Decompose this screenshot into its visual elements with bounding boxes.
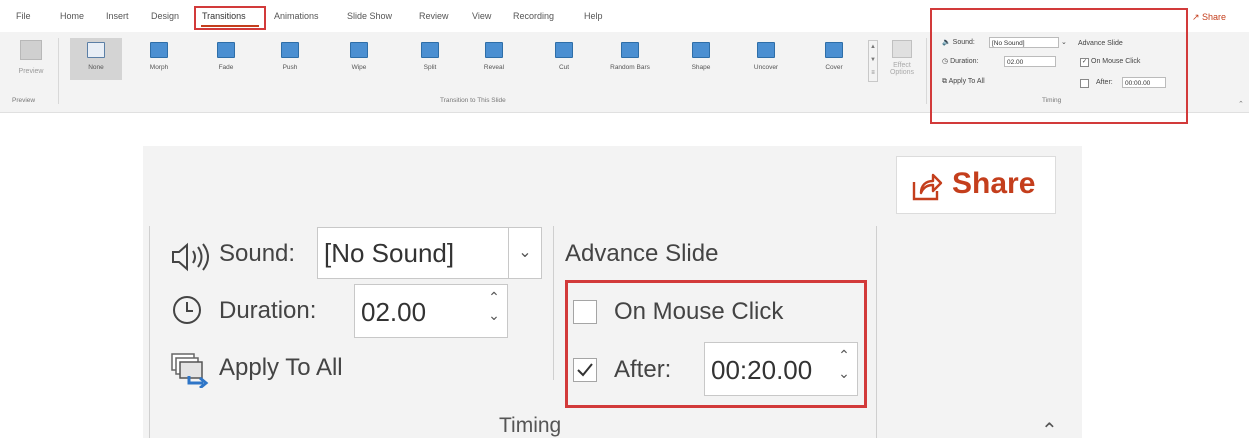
sound-select[interactable]: [No Sound] ⌄ xyxy=(317,227,542,279)
tab-insert[interactable]: Insert xyxy=(106,11,129,21)
transition-reveal[interactable]: Reveal xyxy=(468,38,520,80)
transition-group-label: Transition to This Slide xyxy=(440,97,506,104)
transition-uncover[interactable]: Uncover xyxy=(740,38,792,80)
duration-value: 02.00 xyxy=(361,297,427,327)
tab-view[interactable]: View xyxy=(472,11,491,21)
push-transition-icon xyxy=(281,42,299,58)
transition-wipe[interactable]: Wipe xyxy=(333,38,385,80)
highlight-box xyxy=(565,280,867,408)
preview-label: Preview xyxy=(18,68,44,75)
preview-button[interactable]: Preview xyxy=(14,40,48,75)
transition-split[interactable]: Split xyxy=(404,38,456,80)
timing-zoom-panel: Share Sound: [No Sound] ⌄ Duration: 02.0… xyxy=(143,146,1082,438)
active-tab-underline xyxy=(201,25,259,27)
tab-file[interactable]: File xyxy=(16,11,31,21)
share-icon xyxy=(912,173,943,201)
duration-field[interactable]: 02.00 ⌃ ⌄ xyxy=(354,284,508,338)
transition-label: Shape xyxy=(691,64,711,71)
transition-label: None xyxy=(88,64,104,71)
reveal-transition-icon xyxy=(485,42,503,58)
cover-transition-icon xyxy=(825,42,843,58)
uncover-transition-icon xyxy=(757,42,775,58)
transition-label: Fade xyxy=(218,64,234,71)
speaker-icon xyxy=(172,242,209,272)
advance-slide-label: Advance Slide xyxy=(565,240,719,267)
none-transition-icon xyxy=(87,42,105,58)
cut-transition-icon xyxy=(555,42,573,58)
share-button-small[interactable]: ↗ Share xyxy=(1192,12,1226,23)
tab-help[interactable]: Help xyxy=(584,11,603,21)
tab-design[interactable]: Design xyxy=(151,11,179,21)
effect-options-button[interactable]: Effect Options xyxy=(884,40,920,76)
share-label: Share xyxy=(952,167,1036,200)
group-separator xyxy=(876,226,877,438)
preview-icon xyxy=(20,40,42,60)
fade-transition-icon xyxy=(217,42,235,58)
transition-label: Cover xyxy=(825,64,843,71)
transition-shape[interactable]: Shape xyxy=(675,38,727,80)
group-separator xyxy=(926,38,927,104)
transition-label: Random Bars xyxy=(610,64,650,71)
sound-label: Sound: xyxy=(219,240,296,267)
chevron-down-icon[interactable]: ⌄ xyxy=(508,228,541,278)
morph-transition-icon xyxy=(150,42,168,58)
spin-up-icon[interactable]: ⌃ xyxy=(487,289,501,306)
sound-value: [No Sound] xyxy=(324,238,455,268)
transition-label: Uncover xyxy=(753,64,779,71)
transition-cover[interactable]: Cover xyxy=(808,38,860,80)
share-label-small: Share xyxy=(1202,12,1227,22)
preview-group-label: Preview xyxy=(12,97,36,104)
spin-down-icon[interactable]: ⌄ xyxy=(487,307,501,324)
wipe-transition-icon xyxy=(350,42,368,58)
transition-morph[interactable]: Morph xyxy=(133,38,185,80)
ribbon-screenshot: File Home Insert Design Transitions Anim… xyxy=(0,0,1249,130)
group-separator xyxy=(58,38,59,104)
transition-none[interactable]: None xyxy=(70,38,122,80)
transition-random-bars[interactable]: Random Bars xyxy=(604,38,656,80)
timing-group-label: Timing xyxy=(499,414,562,437)
effect-options-label: Effect Options xyxy=(889,62,915,76)
transition-cut[interactable]: Cut xyxy=(538,38,590,80)
gallery-scroll[interactable]: ▲ ▼ ≡ xyxy=(868,40,878,82)
tab-review[interactable]: Review xyxy=(419,11,449,21)
split-transition-icon xyxy=(421,42,439,58)
transition-label: Reveal xyxy=(483,64,505,71)
transition-label: Wipe xyxy=(351,64,367,71)
transition-label: Split xyxy=(423,64,437,71)
tab-slide-show[interactable]: Slide Show xyxy=(347,11,392,21)
share-button[interactable]: Share xyxy=(896,156,1056,214)
effect-options-icon xyxy=(892,40,912,58)
transition-label: Morph xyxy=(149,64,169,71)
transition-label: Cut xyxy=(558,64,570,71)
apply-to-all-label[interactable]: Apply To All xyxy=(219,354,343,382)
transition-push[interactable]: Push xyxy=(264,38,316,80)
clock-icon xyxy=(173,296,201,324)
tab-animations[interactable]: Animations xyxy=(274,11,319,21)
column-separator xyxy=(553,226,554,380)
tab-recording[interactable]: Recording xyxy=(513,11,554,21)
transition-fade[interactable]: Fade xyxy=(200,38,252,80)
random-bars-transition-icon xyxy=(621,42,639,58)
apply-to-all-icon xyxy=(171,353,209,388)
highlight-box xyxy=(930,8,1188,124)
tab-home[interactable]: Home xyxy=(60,11,84,21)
shape-transition-icon xyxy=(692,42,710,58)
collapse-ribbon-icon[interactable]: ⌃ xyxy=(1238,100,1244,108)
transition-label: Push xyxy=(282,64,298,71)
collapse-ribbon-icon[interactable]: ⌃ xyxy=(1041,418,1058,438)
group-separator xyxy=(149,226,150,438)
duration-label: Duration: xyxy=(219,297,317,324)
